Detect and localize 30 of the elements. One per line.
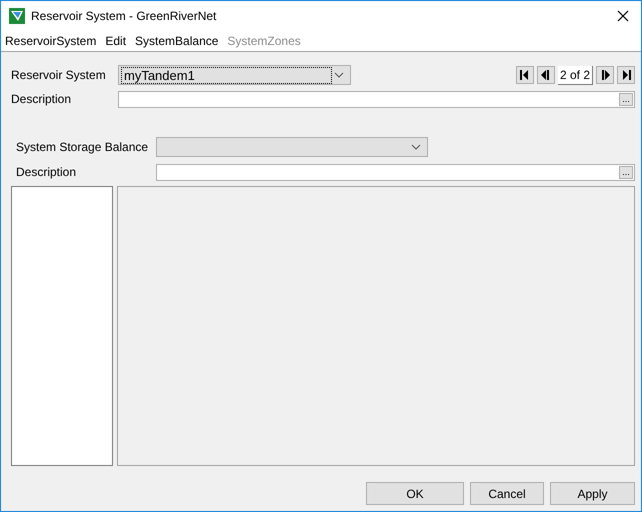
next-record-button[interactable] xyxy=(596,66,614,84)
app-icon xyxy=(9,8,25,24)
menu-item[interactable]: SystemBalance xyxy=(135,34,218,48)
dialog-button[interactable]: OK xyxy=(366,482,464,505)
menu-item[interactable]: ReservoirSystem xyxy=(5,34,96,48)
last-record-button[interactable] xyxy=(617,66,635,84)
chevron-down-icon xyxy=(334,72,344,78)
field-label: System Storage Balance xyxy=(15,140,150,154)
menu-item[interactable]: Edit xyxy=(105,34,126,48)
dialog-button[interactable]: Apply xyxy=(550,482,635,505)
first-record-button[interactable] xyxy=(516,66,534,84)
field-label: Reservoir System xyxy=(11,68,107,82)
field-label: Description xyxy=(11,92,72,106)
step-forward-icon xyxy=(600,70,610,80)
close-icon[interactable] xyxy=(617,10,629,22)
browse-button[interactable]: ... xyxy=(619,92,633,106)
window-title: Reservoir System - GreenRiverNet xyxy=(31,9,218,23)
description-field[interactable]: ... xyxy=(156,164,635,180)
browse-button[interactable]: ... xyxy=(619,166,633,178)
chevron-down-icon xyxy=(411,144,421,150)
dialog-button[interactable]: Cancel xyxy=(470,482,544,505)
reservoir-system-dropdown[interactable]: myTandem1 xyxy=(118,65,351,85)
previous-record-button[interactable] xyxy=(536,66,555,84)
step-back-icon xyxy=(541,70,550,80)
record-position: 2 of 2 xyxy=(558,66,593,84)
skip-first-icon xyxy=(520,70,530,80)
list-panel[interactable] xyxy=(11,186,113,466)
description-field[interactable]: ... xyxy=(118,90,635,108)
skip-last-icon xyxy=(622,70,630,80)
field-label: Description xyxy=(15,165,78,179)
